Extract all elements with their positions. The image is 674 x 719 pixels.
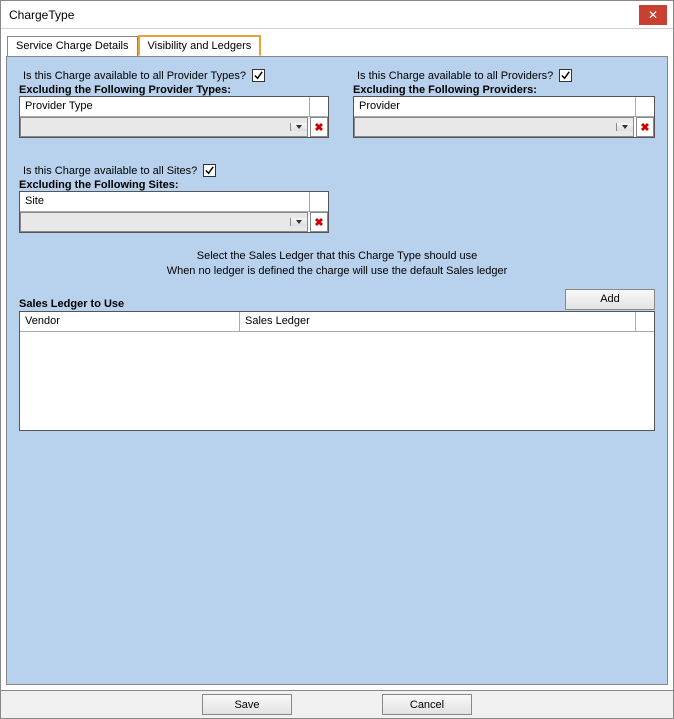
- footer-bar: Save Cancel: [1, 690, 673, 718]
- ledger-grid-body[interactable]: [20, 332, 654, 430]
- ledger-col-spacer: [636, 312, 654, 331]
- right-column: Is this Charge available to all Provider…: [353, 69, 655, 233]
- provider-combo[interactable]: [354, 117, 634, 137]
- checkmark-icon: [560, 70, 571, 81]
- sites-column-header[interactable]: Site: [20, 192, 310, 211]
- chevron-down-icon: [621, 123, 629, 131]
- providers-action-column: [636, 97, 654, 116]
- ledger-help-line1: Select the Sales Ledger that this Charge…: [19, 249, 655, 264]
- sites-section: Is this Charge available to all Sites? E…: [19, 164, 329, 233]
- provider-type-delete-button[interactable]: ✖: [310, 117, 328, 137]
- providers-question: Is this Charge available to all Provider…: [357, 70, 553, 82]
- ledger-col-sales[interactable]: Sales Ledger: [240, 312, 636, 331]
- providers-section: Is this Charge available to all Provider…: [353, 69, 655, 138]
- checkmark-icon: [204, 165, 215, 176]
- save-button[interactable]: Save: [202, 694, 292, 715]
- provider-types-section: Is this Charge available to all Provider…: [19, 69, 329, 138]
- providers-exclude-label: Excluding the Following Providers:: [353, 84, 655, 96]
- close-button[interactable]: ✕: [639, 5, 667, 25]
- sites-exclude-label: Excluding the Following Sites:: [19, 179, 329, 191]
- add-ledger-button[interactable]: Add: [565, 289, 655, 310]
- sites-action-column: [310, 192, 328, 211]
- delete-icon: ✖: [314, 216, 323, 229]
- providers-column-header[interactable]: Provider: [354, 97, 636, 116]
- provider-type-combo[interactable]: [20, 117, 308, 137]
- provider-types-action-column: [310, 97, 328, 116]
- window-title: ChargeType: [9, 8, 74, 22]
- sites-question: Is this Charge available to all Sites?: [23, 165, 197, 177]
- titlebar: ChargeType ✕: [1, 1, 673, 29]
- provider-types-column-header[interactable]: Provider Type: [20, 97, 310, 116]
- provider-type-combo-dropdown-button[interactable]: [290, 123, 307, 131]
- tab-strip: Service Charge Details Visibility and Le…: [1, 29, 673, 56]
- ledger-help-text: Select the Sales Ledger that this Charge…: [19, 249, 655, 279]
- delete-icon: ✖: [640, 121, 649, 134]
- provider-types-checkbox[interactable]: [252, 69, 265, 82]
- site-combo-dropdown-button[interactable]: [290, 218, 307, 226]
- chevron-down-icon: [295, 218, 303, 226]
- providers-grid: Provider ✖: [353, 96, 655, 138]
- cancel-button[interactable]: Cancel: [382, 694, 472, 715]
- ledger-help-line2: When no ledger is defined the charge wil…: [19, 264, 655, 279]
- tab-service-charge-details[interactable]: Service Charge Details: [7, 36, 138, 57]
- sites-grid: Site ✖: [19, 191, 329, 233]
- chevron-down-icon: [295, 123, 303, 131]
- provider-types-question: Is this Charge available to all Provider…: [23, 70, 246, 82]
- charge-type-window: ChargeType ✕ Service Charge Details Visi…: [0, 0, 674, 719]
- provider-combo-dropdown-button[interactable]: [616, 123, 633, 131]
- provider-types-grid: Provider Type ✖: [19, 96, 329, 138]
- close-icon: ✕: [648, 8, 658, 22]
- providers-checkbox[interactable]: [559, 69, 572, 82]
- provider-types-exclude-label: Excluding the Following Provider Types:: [19, 84, 329, 96]
- sites-checkbox[interactable]: [203, 164, 216, 177]
- ledger-col-vendor[interactable]: Vendor: [20, 312, 240, 331]
- checkmark-icon: [253, 70, 264, 81]
- delete-icon: ✖: [314, 121, 323, 134]
- left-column: Is this Charge available to all Provider…: [19, 69, 329, 233]
- ledger-title: Sales Ledger to Use: [19, 298, 124, 310]
- provider-delete-button[interactable]: ✖: [636, 117, 654, 137]
- ledger-area: Select the Sales Ledger that this Charge…: [19, 249, 655, 674]
- visibility-panel: Is this Charge available to all Provider…: [6, 56, 668, 685]
- tab-visibility-and-ledgers[interactable]: Visibility and Ledgers: [138, 35, 262, 56]
- ledger-grid: Vendor Sales Ledger: [19, 311, 655, 431]
- site-delete-button[interactable]: ✖: [310, 212, 328, 232]
- site-combo[interactable]: [20, 212, 308, 232]
- upper-area: Is this Charge available to all Provider…: [19, 69, 655, 233]
